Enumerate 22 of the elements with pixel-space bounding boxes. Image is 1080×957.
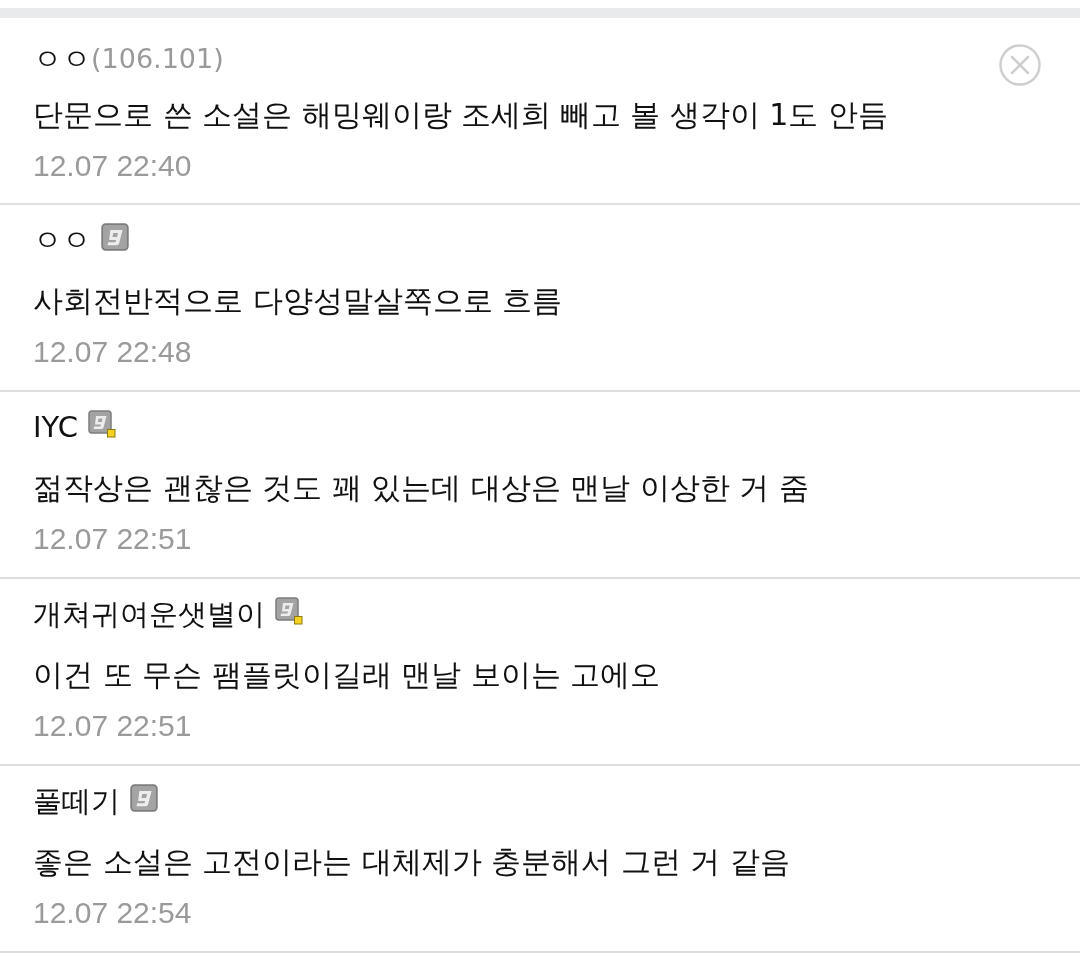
author-name: ㅇㅇ <box>33 222 91 259</box>
badge-icon <box>87 410 116 438</box>
badge-icon <box>101 223 129 251</box>
author-name: 풀떼기 <box>33 783 120 820</box>
comment-text: 이건 또 무슨 팸플릿이길래 맨날 보이는 고에오 <box>33 656 662 694</box>
comment-text: 좋은 소설은 고전이라는 대체제가 충분해서 그런 거 같음 <box>33 843 791 881</box>
ip-address: (106.101) <box>91 42 224 76</box>
author-name: IYC <box>33 409 78 446</box>
author-name: 개쳐귀여운샛별이 <box>33 596 265 633</box>
comment-time: 12.07 22:51 <box>33 521 193 557</box>
comment-time: 12.07 22:54 <box>33 895 193 931</box>
comment-text: 사회전반적으로 다양성말살쪽으로 흐름 <box>33 282 564 320</box>
delete-button[interactable] <box>998 43 1042 87</box>
badge-icon <box>130 784 158 812</box>
comment-time: 12.07 22:48 <box>33 334 193 370</box>
badge-icon <box>275 597 303 625</box>
comment-time: 12.07 22:51 <box>33 708 193 744</box>
author-name: ㅇㅇ <box>33 41 91 78</box>
comment-time: 12.07 22:40 <box>33 148 193 184</box>
comment-text: 젊작상은 괜찮은 것도 꽤 있는데 대상은 맨날 이상한 거 줌 <box>33 469 810 507</box>
close-icon <box>998 43 1042 87</box>
comment-text: 단문으로 쓴 소설은 해밍웨이랑 조세희 빼고 볼 생각이 1도 안듬 <box>33 96 889 134</box>
